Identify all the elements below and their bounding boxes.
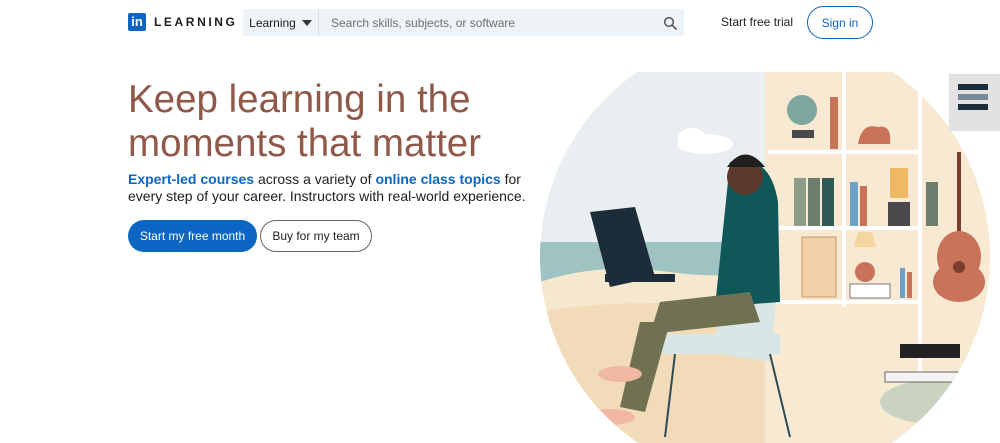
hero-headline: Keep learning in the moments that matter — [128, 78, 482, 165]
linkedin-logo-icon: in — [128, 13, 146, 31]
search-bar: Learning — [243, 9, 684, 36]
hero-subtitle: Expert-led courses across a variety of o… — [128, 171, 548, 205]
subtitle-text-1: across a variety of — [254, 171, 376, 187]
search-scope-label: Learning — [249, 15, 296, 30]
online-class-topics-link[interactable]: online class topics — [375, 171, 500, 187]
search-button[interactable] — [656, 9, 684, 36]
logo-text: LEARNING — [154, 15, 238, 29]
search-scope-dropdown[interactable]: Learning — [243, 9, 319, 36]
linkedin-learning-logo[interactable]: in LEARNING — [128, 13, 237, 31]
start-free-month-button[interactable]: Start my free month — [128, 220, 257, 252]
chevron-down-icon — [301, 19, 312, 26]
search-icon — [663, 16, 677, 30]
top-navigation: in LEARNING Learning Start free trial Si… — [0, 0, 1000, 46]
start-free-trial-link[interactable]: Start free trial — [721, 15, 793, 29]
buy-for-team-button[interactable]: Buy for my team — [260, 220, 372, 252]
sign-in-button[interactable]: Sign in — [807, 6, 873, 39]
hero-illustration — [540, 72, 1000, 443]
search-input[interactable] — [319, 9, 656, 36]
expert-led-courses-link[interactable]: Expert-led courses — [128, 171, 254, 187]
